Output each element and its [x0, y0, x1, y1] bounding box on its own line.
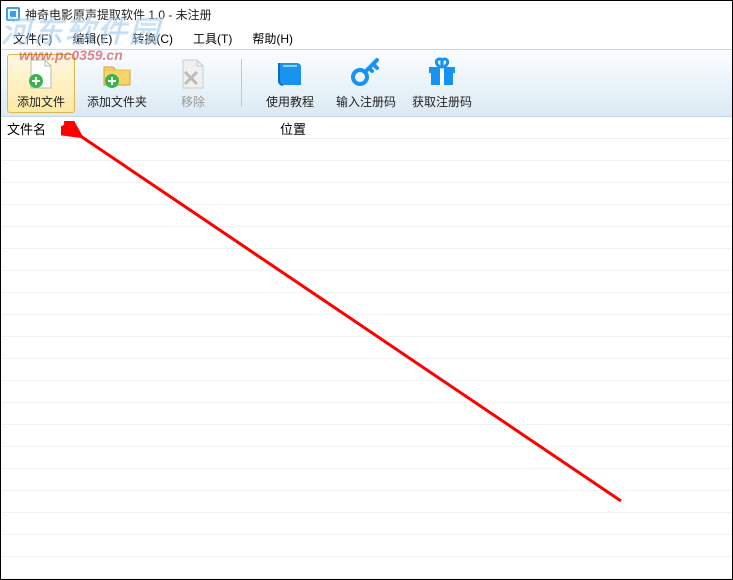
- list-row: [1, 557, 732, 579]
- remove-icon: [176, 57, 210, 91]
- app-icon: [5, 6, 21, 22]
- menu-edit[interactable]: 编辑(E): [62, 28, 122, 49]
- enter-code-label: 输入注册码: [336, 93, 396, 110]
- add-folder-button[interactable]: 添加文件夹: [83, 54, 151, 113]
- toolbar-separator: [241, 59, 242, 107]
- file-add-icon: [24, 57, 58, 91]
- list-row: [1, 249, 732, 271]
- list-row: [1, 337, 732, 359]
- get-code-button[interactable]: 获取注册码: [408, 54, 476, 113]
- tutorial-button[interactable]: 使用教程: [256, 54, 324, 113]
- menu-tools[interactable]: 工具(T): [183, 28, 242, 49]
- folder-add-icon: [100, 57, 134, 91]
- file-list-area[interactable]: [1, 139, 732, 579]
- list-row: [1, 425, 732, 447]
- list-row: [1, 359, 732, 381]
- column-location[interactable]: 位置: [274, 117, 732, 138]
- list-row: [1, 161, 732, 183]
- add-file-button[interactable]: 添加文件: [7, 54, 75, 113]
- list-row: [1, 183, 732, 205]
- list-row: [1, 381, 732, 403]
- gift-icon: [425, 57, 459, 91]
- list-column-headers: 文件名 位置: [1, 117, 732, 139]
- toolbar-group-file: 添加文件 添加文件夹: [7, 53, 227, 113]
- tutorial-label: 使用教程: [266, 93, 314, 110]
- enter-code-button[interactable]: 输入注册码: [332, 54, 400, 113]
- get-code-label: 获取注册码: [412, 93, 472, 110]
- add-file-label: 添加文件: [17, 93, 65, 110]
- window-title: 神奇电影原声提取软件 1.0 - 未注册: [25, 6, 212, 23]
- list-row: [1, 271, 732, 293]
- menu-file[interactable]: 文件(F): [3, 28, 62, 49]
- add-folder-label: 添加文件夹: [87, 93, 147, 110]
- list-row: [1, 139, 732, 161]
- list-row: [1, 535, 732, 557]
- menu-help[interactable]: 帮助(H): [242, 28, 303, 49]
- remove-label: 移除: [181, 93, 205, 110]
- key-icon: [349, 57, 383, 91]
- menu-bar: 文件(F) 编辑(E) 转换(C) 工具(T) 帮助(H): [1, 27, 732, 49]
- list-row: [1, 447, 732, 469]
- list-row: [1, 513, 732, 535]
- column-filename[interactable]: 文件名: [1, 117, 274, 138]
- list-row: [1, 403, 732, 425]
- list-row: [1, 205, 732, 227]
- list-row: [1, 293, 732, 315]
- title-bar: 神奇电影原声提取软件 1.0 - 未注册: [1, 1, 732, 27]
- remove-button[interactable]: 移除: [159, 54, 227, 113]
- toolbar: 添加文件 添加文件夹: [1, 49, 732, 117]
- toolbar-group-help: 使用教程 输入注册码 获取注册码: [256, 53, 476, 113]
- book-icon: [273, 57, 307, 91]
- menu-convert[interactable]: 转换(C): [122, 28, 183, 49]
- list-row: [1, 315, 732, 337]
- list-row: [1, 491, 732, 513]
- list-row: [1, 227, 732, 249]
- list-row: [1, 469, 732, 491]
